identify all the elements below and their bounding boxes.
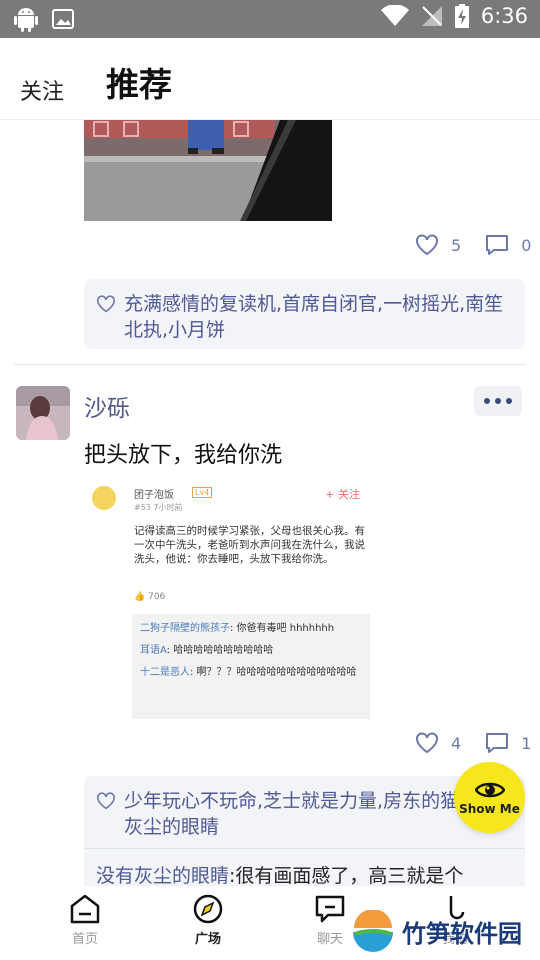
android-icon: [14, 8, 38, 32]
watermark-logo-icon: [353, 910, 393, 952]
nav-label: 广场: [194, 932, 221, 947]
embedded-meta: #53 7小时前: [134, 503, 183, 512]
show-me-label: Show Me: [459, 801, 520, 816]
more-dot: [495, 398, 501, 404]
comment-stat[interactable]: 1: [485, 732, 531, 754]
embedded-badge: Lv4: [192, 487, 213, 498]
chat-icon: [315, 895, 345, 923]
wifi-icon: [380, 5, 409, 26]
image-icon: [52, 9, 74, 29]
no-signal-icon: [421, 6, 442, 26]
embedded-author: 团子泡饭: [134, 490, 174, 501]
liked-by-text[interactable]: 少年玩心不玩命,芝士就是力量,房东的猫,没有灰尘的眼睛: [124, 790, 503, 838]
nav-square[interactable]: 广场: [168, 894, 248, 947]
liked-by-box: 充满感情的复读机,首席自闭官,一树摇光,南笙北执,小月饼: [84, 279, 525, 349]
post-stats: 4 1: [391, 732, 531, 754]
comment-icon: [486, 235, 509, 255]
post-image[interactable]: 团子泡饭 Lv4 + 关注 #53 7小时前 记得读高三的时候学习紧张，父母也很…: [84, 474, 374, 719]
post-text: 把头放下，我给你洗: [84, 443, 283, 468]
username[interactable]: 沙砾: [84, 389, 130, 423]
show-me-button[interactable]: Show Me: [454, 762, 525, 833]
top-comment[interactable]: 没有灰尘的眼睛:很有画面感了，高三就是个: [84, 848, 525, 886]
status-bar: 6:36: [0, 0, 540, 38]
embedded-comments: 二狗子隔壁的熊孩子: 你爸有毒吧 hhhhhhh 耳语A: 哈哈哈哈哈哈哈哈哈哈…: [132, 614, 370, 719]
home-icon: [70, 894, 100, 924]
embedded-follow: + 关注: [325, 488, 360, 501]
compass-icon: [193, 894, 223, 924]
like-count: 4: [451, 733, 462, 753]
avatar[interactable]: [16, 386, 70, 440]
heart-icon: [416, 234, 438, 256]
embedded-comment: 二狗子隔壁的熊孩子: 你爸有毒吧 hhhhhhh: [140, 623, 335, 634]
heart-outline-icon: [97, 792, 115, 810]
embedded-like-count: 706: [148, 592, 166, 602]
battery-charging-icon: [454, 4, 469, 28]
embedded-actions: 👍 706: [134, 592, 370, 602]
watermark: 竹笋软件园: [352, 910, 522, 952]
liked-by-text[interactable]: 充满感情的复读机,首席自闭官,一树摇光,南笙北执,小月饼: [124, 293, 503, 341]
like-count: 5: [451, 235, 462, 255]
nav-label: 首页: [71, 932, 98, 947]
status-time: 6:36: [480, 4, 528, 28]
like-stat[interactable]: 5: [415, 234, 461, 256]
more-dot: [484, 398, 490, 404]
thumb-up-icon: 👍: [134, 592, 146, 602]
comment-stat[interactable]: 0: [485, 234, 531, 256]
embedded-body: 记得读高三的时候学习紧张，父母也很关心我。有一次中午洗头，老爸听到水声问我在洗什…: [134, 525, 365, 565]
post-divider: [14, 364, 526, 365]
heart-icon: [416, 732, 438, 754]
embedded-header: 团子泡饭 Lv4 + 关注 #53 7小时前: [92, 484, 366, 520]
comment-count: 1: [521, 733, 532, 753]
embedded-avatar: [92, 486, 116, 510]
top-tabs: 关注 推荐: [0, 38, 540, 120]
more-options-button[interactable]: [474, 386, 522, 416]
comment-author[interactable]: 没有灰尘的眼睛: [96, 865, 229, 886]
tab-follow[interactable]: 关注: [20, 74, 64, 106]
nav-home[interactable]: 首页: [45, 894, 125, 947]
embedded-comment: 耳语A: 哈哈哈哈哈哈哈哈哈哈: [140, 645, 274, 656]
tab-recommend[interactable]: 推荐: [106, 58, 172, 106]
more-dot: [506, 398, 512, 404]
watermark-text: 竹笋软件园: [402, 919, 522, 948]
post-stats: 5 0: [391, 234, 531, 256]
post-image[interactable]: [84, 120, 332, 221]
comment-count: 0: [521, 235, 532, 255]
embedded-comment: 十二是恶人: 啊？？？哈哈哈哈哈哈哈哈哈哈哈哈: [140, 667, 357, 678]
heart-outline-icon: [97, 295, 115, 313]
like-stat[interactable]: 4: [415, 732, 461, 754]
nav-label: 聊天: [316, 932, 343, 947]
comment-icon: [486, 733, 509, 753]
comment-text: :很有画面感了，高三就是个: [229, 865, 464, 886]
eye-icon: [474, 782, 505, 797]
